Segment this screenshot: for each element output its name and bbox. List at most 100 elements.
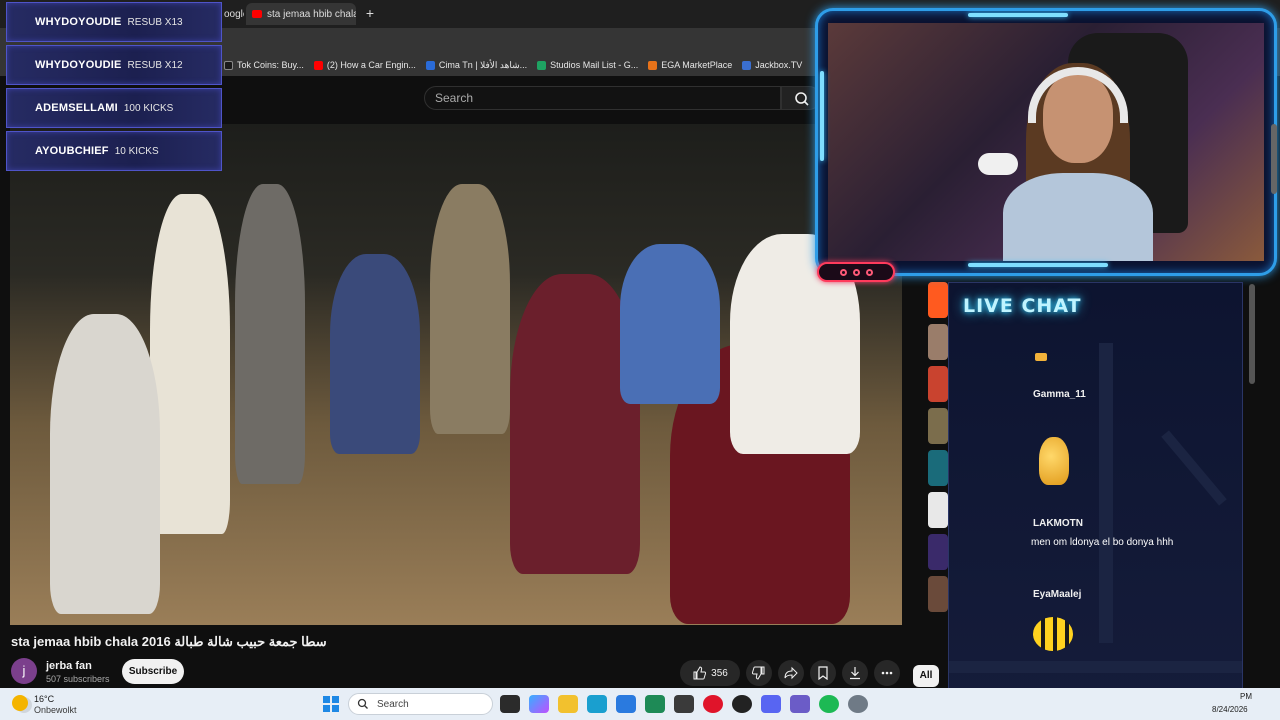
- neon-accent: [968, 263, 1108, 267]
- like-button[interactable]: 356: [680, 660, 740, 686]
- recommendation-thumbnail[interactable]: [928, 366, 948, 402]
- recommendation-thumbnail[interactable]: [928, 282, 948, 318]
- emote-icon: [1035, 353, 1047, 361]
- video-figure: [620, 244, 720, 404]
- alert-username: WHYDOYOUDIE: [35, 59, 122, 71]
- alert-item: AYOUBCHIEF 10 KICKS: [6, 131, 222, 171]
- clock-date[interactable]: 8/24/2026: [1212, 705, 1248, 714]
- tiktok-icon: [224, 60, 233, 70]
- weather-icon[interactable]: [12, 695, 28, 711]
- search-icon: [357, 698, 368, 709]
- bookmark-studios-mail[interactable]: Studios Mail List - G...: [537, 60, 638, 70]
- share-button[interactable]: [778, 660, 804, 686]
- bookmark-label: EGA MarketPlace: [661, 60, 733, 70]
- app-icon[interactable]: [790, 695, 810, 713]
- jackbox-icon: [742, 60, 752, 70]
- dislike-button[interactable]: [746, 660, 772, 686]
- cima-icon: [425, 60, 435, 70]
- ega-icon: [648, 60, 658, 70]
- bookmark-label: (2) How a Car Engin...: [326, 60, 416, 70]
- windows-logo-tile: [323, 705, 330, 712]
- recommendation-thumbnail[interactable]: [928, 324, 948, 360]
- opera-icon[interactable]: [703, 695, 723, 713]
- app-icon[interactable]: [732, 695, 752, 713]
- file-explorer-icon[interactable]: [558, 695, 578, 713]
- chat-username: EyaMaalej: [1033, 589, 1082, 600]
- alert-detail: RESUB X13: [127, 16, 183, 28]
- thumbs-down-icon: [752, 666, 765, 680]
- alert-username: ADEMSELLAMI: [35, 102, 118, 114]
- windows-logo-tile: [332, 705, 339, 712]
- video-player[interactable]: [10, 124, 902, 625]
- recommendation-thumbnail[interactable]: [928, 534, 948, 570]
- weather-description: Onbewolkt: [34, 705, 77, 715]
- thumbs-up-icon: [693, 666, 707, 680]
- download-button[interactable]: [842, 660, 868, 686]
- start-button[interactable]: [323, 696, 339, 712]
- bookmark-label: Jackbox.TV: [755, 60, 803, 70]
- windows-logo-tile: [332, 696, 339, 703]
- store-icon[interactable]: [616, 695, 636, 713]
- spotify-icon[interactable]: [819, 695, 839, 713]
- chat-title: LIVE CHAT: [963, 295, 1082, 317]
- more-button[interactable]: [874, 660, 900, 686]
- tab-label: oogle: [224, 8, 244, 20]
- bookmark-tok-coins[interactable]: Tok Coins: Buy...: [224, 60, 304, 70]
- bookmark-icon: [818, 666, 828, 680]
- alert-detail: 100 KICKS: [123, 102, 174, 114]
- bookmark-jackbox[interactable]: Jackbox.TV: [742, 60, 802, 70]
- search-input[interactable]: Search: [424, 86, 781, 110]
- app-icon[interactable]: [674, 695, 694, 713]
- alert-username: WHYDOYOUDIE: [35, 16, 122, 28]
- neon-accent: [820, 71, 824, 161]
- indicator-dot: [839, 268, 847, 276]
- screen: oogle sta jemaa hbib chala × + Tok Coins…: [0, 0, 1280, 720]
- channel-avatar[interactable]: j: [11, 658, 37, 684]
- temperature: 16°C: [34, 694, 55, 704]
- page-scrollbar[interactable]: [1271, 124, 1277, 194]
- tab-youtube-video[interactable]: sta jemaa hbib chala ×: [246, 3, 356, 25]
- kick-alerts: WHYDOYOUDIE RESUB X13 WHYDOYOUDIE RESUB …: [6, 2, 222, 174]
- video-title: sta jemaa hbib chala 2016 سطا جمعة حبيب …: [11, 634, 327, 649]
- subscribe-button[interactable]: Subscribe: [122, 659, 184, 684]
- alert-detail: 10 KICKS: [114, 145, 159, 157]
- save-button[interactable]: [810, 660, 836, 686]
- recommendation-thumbnail[interactable]: [928, 492, 948, 528]
- webcam-frame: [815, 8, 1277, 276]
- channel-name[interactable]: jerba fan: [46, 660, 92, 672]
- video-figure: [430, 184, 510, 434]
- webcam-indicator: [817, 262, 895, 282]
- bookmark-car-engine[interactable]: (2) How a Car Engin...: [313, 60, 416, 70]
- new-tab-button[interactable]: +: [362, 5, 378, 21]
- recommendation-thumbnail[interactable]: [928, 408, 948, 444]
- discord-icon[interactable]: [761, 695, 781, 713]
- video-actions: 356: [680, 660, 900, 686]
- bookmark-cima-tn[interactable]: Cima Tn | شاهد الأفلا...: [425, 60, 527, 71]
- like-count: 356: [711, 667, 728, 679]
- chat-username: LAKMOTN: [1033, 518, 1083, 529]
- indicator-dot: [852, 268, 860, 276]
- webcam-feed: [828, 23, 1264, 261]
- scrollbar[interactable]: [1249, 284, 1255, 384]
- recommendations-strip: [928, 282, 948, 662]
- task-view-icon[interactable]: [500, 695, 520, 713]
- alert-item: WHYDOYOUDIE RESUB X12: [6, 45, 222, 85]
- bookmark-ega[interactable]: EGA MarketPlace: [648, 60, 732, 70]
- alert-username: AYOUBCHIEF: [35, 145, 109, 157]
- recommendation-thumbnail[interactable]: [928, 576, 948, 612]
- indicator-dot: [865, 268, 873, 276]
- chat-background-beam: [949, 661, 1242, 673]
- video-figure: [150, 194, 230, 534]
- app-icon[interactable]: [645, 695, 665, 713]
- chat-username: Gamma_11: [1033, 389, 1086, 400]
- clock-time[interactable]: PM: [1240, 692, 1252, 701]
- recommendation-thumbnail[interactable]: [928, 450, 948, 486]
- filter-chip-all[interactable]: All: [913, 665, 939, 687]
- settings-gear-icon[interactable]: [848, 695, 868, 713]
- copilot-icon[interactable]: [529, 695, 549, 713]
- taskbar-search[interactable]: Search: [348, 693, 493, 715]
- subscriber-count: 507 subscribers: [46, 674, 110, 684]
- edge-icon[interactable]: [587, 695, 607, 713]
- streamer-body: [1003, 173, 1153, 261]
- video-figure: [50, 314, 160, 614]
